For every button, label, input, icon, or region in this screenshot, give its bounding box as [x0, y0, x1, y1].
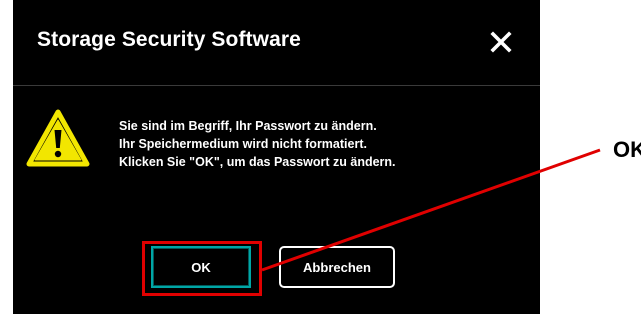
close-icon	[490, 31, 512, 53]
message-line: Ihr Speichermedium wird nicht formatiert…	[119, 137, 367, 151]
dialog-body: Sie sind im Begriff, Ihr Passwort zu änd…	[13, 86, 540, 314]
message-line: Sie sind im Begriff, Ihr Passwort zu änd…	[119, 119, 377, 133]
ok-button[interactable]: OK	[151, 246, 251, 288]
cancel-button[interactable]: Abbrechen	[279, 246, 395, 288]
dialog-message: Sie sind im Begriff, Ihr Passwort zu änd…	[119, 117, 396, 171]
callout-label: OK	[613, 137, 641, 162]
dialog-titlebar: Storage Security Software	[13, 0, 540, 86]
dialog-title: Storage Security Software	[37, 28, 301, 51]
warning-triangle-icon	[26, 109, 90, 167]
dialog: Storage Security Software Sie sind im Be…	[13, 0, 540, 314]
close-button[interactable]	[483, 24, 519, 60]
message-line: Klicken Sie "OK", um das Passwort zu änd…	[119, 155, 396, 169]
